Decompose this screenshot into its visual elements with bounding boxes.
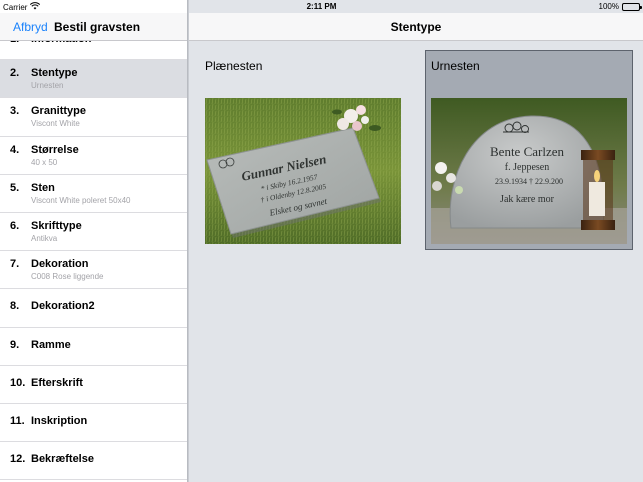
step-number: 8. <box>10 300 20 313</box>
option-label: Urnesten <box>431 59 480 73</box>
sidebar-nav-bar: Afbryd Bestil gravsten <box>0 13 187 41</box>
option-urnesten[interactable]: Urnesten Bente Carlzen f. Jeppesen 23.9.… <box>425 50 633 250</box>
status-bar: Carrier 2:11 PM 100% <box>0 0 643 13</box>
option-plaenesten[interactable]: Plænesten Gunnar Nielsen * i Skiby 16.2.… <box>197 50 405 250</box>
step-label: Granittype <box>31 105 87 118</box>
battery-icon <box>622 2 642 11</box>
step-number: 10. <box>10 376 26 389</box>
step-value: Viscont White poleret 50x40 <box>31 195 131 205</box>
step-value: C008 Rose liggende <box>31 272 104 282</box>
urnesten-image: Bente Carlzen f. Jeppesen 23.9.1934 † 22… <box>431 98 627 244</box>
main-nav-bar: Stentype <box>189 13 643 41</box>
step-item-ramme[interactable]: 9. Ramme <box>0 328 187 366</box>
cancel-button[interactable]: Afbryd <box>13 20 48 34</box>
step-item-granittype[interactable]: 3. Granittype Viscont White <box>0 98 187 137</box>
plaenesten-image: Gunnar Nielsen * i Skiby 16.2.1957 † i O… <box>205 98 401 244</box>
step-item-inskription[interactable]: 11. Inskription <box>0 404 187 443</box>
sidebar-title: Bestil gravsten <box>54 20 141 34</box>
main-panel: Stentype Plænesten Gunnar Nielsen * i Sk… <box>189 0 643 482</box>
step-item-skrifttype[interactable]: 6. Skrifttype Antikva <box>0 213 187 252</box>
step-label: Dekoration <box>31 258 89 271</box>
step-value: Urnesten <box>31 81 64 91</box>
step-label: Efterskrift <box>31 376 83 389</box>
step-label: Inskription <box>31 414 88 427</box>
step-label: Stentype <box>31 67 78 80</box>
step-number: 2. <box>10 67 20 80</box>
step-number: 4. <box>10 143 20 156</box>
option-label: Plænesten <box>205 59 263 73</box>
page-title: Stentype <box>390 20 442 34</box>
stone-text: f. Jeppesen <box>505 162 549 173</box>
step-item-efterskrift[interactable]: 10. Efterskrift <box>0 366 187 404</box>
step-number: 12. <box>10 453 26 466</box>
stone-text: Jak kære mor <box>500 194 555 205</box>
step-label: Størrelse <box>31 143 79 156</box>
step-value: Antikva <box>31 233 58 243</box>
step-value: 40 x 50 <box>31 157 58 167</box>
step-item-sten[interactable]: 5. Sten Viscont White poleret 50x40 <box>0 175 187 213</box>
step-item-bekraeftelse[interactable]: 12. Bekræftelse <box>0 442 187 481</box>
step-item-stentype[interactable]: 2. Stentype Urnesten <box>0 60 187 99</box>
sidebar: 1. Information 2. Stentype Urnesten 3. G… <box>0 0 188 482</box>
status-right: 100% <box>598 2 642 11</box>
stone-text: Bente Carlzen <box>490 144 564 159</box>
step-number: 6. <box>10 219 20 232</box>
battery-percent: 100% <box>598 2 619 11</box>
step-item-dekoration[interactable]: 7. Dekoration C008 Rose liggende <box>0 251 187 290</box>
step-label: Skrifttype <box>31 219 82 232</box>
step-number: 9. <box>10 338 20 351</box>
stone-text: 23.9.1934 † 22.9.200 <box>495 177 563 186</box>
step-number: 5. <box>10 181 20 194</box>
step-item-dekoration2[interactable]: 8. Dekoration2 <box>0 289 187 328</box>
step-list: 1. Information 2. Stentype Urnesten 3. G… <box>0 22 187 481</box>
step-label: Ramme <box>31 338 71 351</box>
step-value: Viscont White <box>31 119 80 129</box>
step-item-storrelse[interactable]: 4. Størrelse 40 x 50 <box>0 137 187 175</box>
step-number: 11. <box>10 414 25 427</box>
step-label: Dekoration2 <box>31 300 95 313</box>
step-number: 7. <box>10 258 20 271</box>
step-label: Bekræftelse <box>31 453 94 466</box>
status-time: 2:11 PM <box>306 2 337 11</box>
step-label: Sten <box>31 181 55 194</box>
step-number: 3. <box>10 105 20 118</box>
lantern <box>581 150 615 230</box>
